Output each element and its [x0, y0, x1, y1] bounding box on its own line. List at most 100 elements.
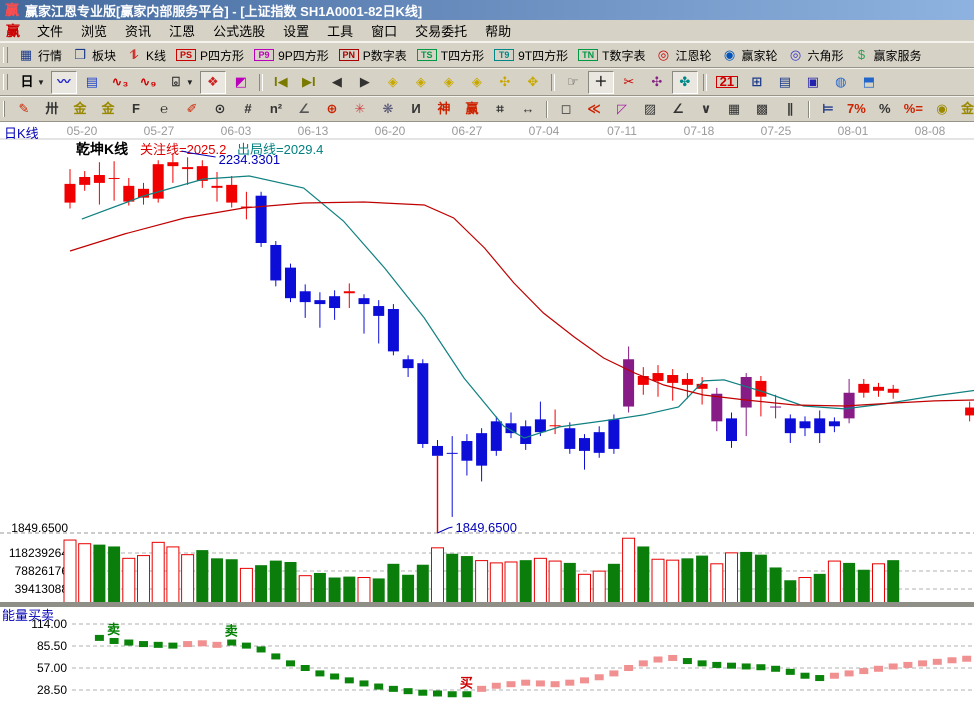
tool-expand-h-diamond-button[interactable]: ◈ [436, 71, 462, 94]
tool-cycle-circle-button[interactable]: ⊙ [207, 98, 233, 121]
tool-expand-all-diamond-button[interactable]: ✥ [520, 71, 546, 94]
tb-p-square-button[interactable]: PSP四方形 [172, 44, 248, 67]
tool-gold-levels-button[interactable]: 金= [957, 98, 974, 121]
t-number-table-label: T数字表 [602, 47, 645, 64]
tb-gann-wheel-button[interactable]: ◎江恩轮 [651, 44, 715, 67]
menu-item-8[interactable]: 交易委托 [406, 20, 476, 41]
tb-t-square-button[interactable]: TST四方形 [413, 44, 488, 67]
tool-notes-doc-button[interactable]: ▤ [772, 71, 798, 94]
menu-item-9[interactable]: 帮助 [476, 20, 520, 41]
tool-ruler-123-button[interactable]: ⌗ [487, 98, 513, 121]
tool-candle-style-button[interactable]: ⌻▼ [163, 71, 198, 94]
kline-chart-canvas[interactable]: 05-2005-2706-0306-1306-2006-2707-0407-11… [0, 122, 974, 700]
tool-gann-web-button[interactable]: ✳ [347, 98, 373, 121]
tool-calendar-21-button[interactable]: 21 [712, 71, 742, 94]
toolbar-grip[interactable] [3, 47, 8, 63]
menu-item-1[interactable]: 浏览 [72, 20, 116, 41]
tb-winner-wheel-button[interactable]: ◉赢家轮 [717, 44, 781, 67]
tool-spiral-tool-button[interactable]: ℮ [151, 98, 177, 121]
menu-item-0[interactable]: 文件 [28, 20, 72, 41]
volume-bar-up [358, 578, 370, 604]
tool-gold-gate-2-button[interactable]: 金 [95, 98, 121, 121]
tb-kline-chart-button[interactable]: ⥮K线 [122, 44, 170, 67]
menu-item-4[interactable]: 公式选股 [204, 20, 274, 41]
tool-angle-pen-button[interactable]: ✐ [179, 98, 205, 121]
tool-shen-grid-button[interactable]: 神 [431, 98, 457, 121]
indicator-bar [257, 646, 266, 652]
tb-9p-square-button[interactable]: P99P四方形 [250, 44, 333, 67]
tool-step-lines-button[interactable]: ⊨ [815, 98, 841, 121]
menu-item-3[interactable]: 江恩 [160, 20, 204, 41]
tool-page-next-button[interactable]: ▶ [352, 71, 378, 94]
tb-hexagon-button[interactable]: ◎六角形 [784, 44, 848, 67]
menu-item-2[interactable]: 资讯 [116, 20, 160, 41]
tool-gann-ribbon-button[interactable]: ✣ [644, 71, 670, 94]
tool-shift-left-diamond-button[interactable]: ◈ [380, 71, 406, 94]
tool-parallel-lines-button[interactable]: ∥ [777, 98, 803, 121]
tool-web-page-button[interactable]: ◍ [828, 71, 854, 94]
tool-goto-last-button[interactable]: ▶I [296, 71, 322, 94]
tool-target-circle-button[interactable]: ⊕ [319, 98, 345, 121]
tool-angle-arc-button[interactable]: ∠ [291, 98, 317, 121]
x-axis-tick: 06-27 [452, 124, 483, 138]
tool-grid-ticks-button[interactable]: 卅 [39, 98, 65, 121]
tool-fan-lines-button[interactable]: ≪ [581, 98, 607, 121]
tool-ying-grid-button[interactable]: 赢 [459, 98, 485, 121]
tool-compress-h-diamond-button[interactable]: ◈ [464, 71, 490, 94]
tool-crosshair-button[interactable]: ＋ [588, 71, 614, 94]
tool-percent-7-button[interactable]: 7% [843, 98, 870, 121]
tool-percent-button[interactable]: % [872, 98, 898, 121]
tool-gold-gate-1-button[interactable]: 金 [67, 98, 93, 121]
indicator-scale-label: 114.00 [31, 617, 67, 631]
tool-trend-angles-button[interactable]: ∠ [665, 98, 691, 121]
tool-wave-pattern-button[interactable]: 〰 [51, 71, 77, 94]
tool-info-note-button[interactable]: ▤ [79, 71, 105, 94]
tb-sector-blocks-button[interactable]: ❒板块 [68, 44, 120, 67]
tool-fan-box-button[interactable]: ◸ [609, 98, 635, 121]
tool-updown-9-button[interactable]: ∿₉ [135, 71, 161, 94]
tool-color-histogram-button[interactable]: ◩ [228, 71, 254, 94]
toolbar-grip[interactable] [3, 74, 8, 90]
tool-goto-first-button[interactable]: I◀ [268, 71, 294, 94]
tool-box-tool-button[interactable]: ◻ [553, 98, 579, 121]
tb-winner-service-button[interactable]: $赢家服务 [850, 44, 926, 67]
volume-bar-up [726, 553, 738, 604]
tool-hand-drag-button[interactable]: ☞ [560, 71, 586, 94]
tool-grid-dense-button[interactable]: ▦ [721, 98, 747, 121]
tool-page-prev-button[interactable]: ◀ [324, 71, 350, 94]
tool-zigzag-button[interactable]: ∨ [693, 98, 719, 121]
tb-market-quote-button[interactable]: ▦行情 [14, 44, 66, 67]
tool-save-disk-button[interactable]: ▣ [800, 71, 826, 94]
tool-grid-dense-2-button[interactable]: ▩ [749, 98, 775, 121]
tool-f-lines-button[interactable]: F [123, 98, 149, 121]
tool-percent-levels-button[interactable]: %= [900, 98, 927, 121]
tb-9t-square-button[interactable]: T99T四方形 [490, 44, 572, 67]
volume-bar-down [270, 561, 282, 604]
tool-h-span-button[interactable]: ↔ [515, 98, 541, 121]
tool-compress-all-diamond-button[interactable]: ✣ [492, 71, 518, 94]
tool-calculator-button[interactable]: ⊞ [744, 71, 770, 94]
menu-item-5[interactable]: 设置 [274, 20, 318, 41]
tool-shift-right-diamond-button[interactable]: ◈ [408, 71, 434, 94]
candle-body [667, 375, 678, 383]
tb-p-number-table-button[interactable]: PNP数字表 [335, 44, 411, 67]
tool-n-square-button[interactable]: n² [263, 98, 289, 121]
tool-gold-circle-button[interactable]: ◉ [929, 98, 955, 121]
tool-gann-web-2-button[interactable]: ❋ [375, 98, 401, 121]
tool-brain-tool-button[interactable]: ✤ [672, 71, 698, 94]
tool-diag-box-button[interactable]: ▨ [637, 98, 663, 121]
tb-t-number-table-button[interactable]: TNT数字表 [574, 44, 649, 67]
tool-measure-line-button[interactable]: ✂ [616, 71, 642, 94]
tool-ruler-ticks-button[interactable]: # [235, 98, 261, 121]
indicator-scale-label: 85.50 [37, 639, 67, 653]
tool-updown-3-button[interactable]: ∿₃ [107, 71, 133, 94]
toolbar-grip[interactable] [3, 101, 5, 117]
tool-pattern-sprite-button[interactable]: ❖ [200, 71, 226, 94]
tool-k-count-button[interactable]: И [403, 98, 429, 121]
tool-period-day-button[interactable]: 日▼ [14, 71, 49, 94]
candle-body [109, 178, 120, 179]
menu-item-6[interactable]: 工具 [318, 20, 362, 41]
tool-draw-pen-button[interactable]: ✎ [11, 98, 37, 121]
tool-computer-export-button[interactable]: ⬒ [856, 71, 882, 94]
menu-item-7[interactable]: 窗口 [362, 20, 406, 41]
